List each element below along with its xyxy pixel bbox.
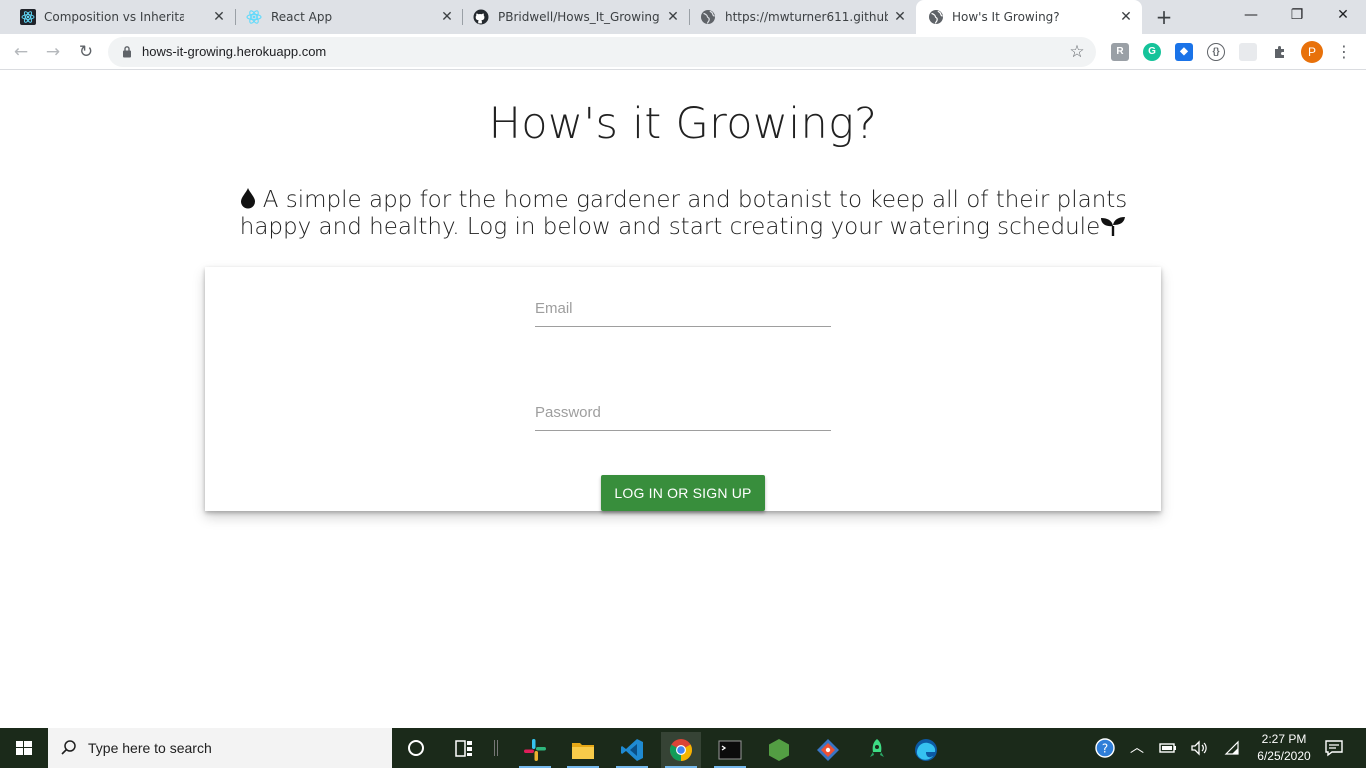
tab-react-app[interactable]: React App ✕: [236, 0, 463, 34]
shield-extension-icon[interactable]: ◆: [1175, 43, 1193, 61]
seedling-icon: [1101, 217, 1126, 236]
rocket-app-taskbar-icon[interactable]: [857, 732, 897, 768]
reload-icon[interactable]: ↻: [74, 40, 98, 64]
nodejs-taskbar-icon[interactable]: [759, 732, 799, 768]
battery-icon[interactable]: [1158, 740, 1178, 756]
extension-blank-icon[interactable]: [1239, 43, 1257, 61]
slack-taskbar-icon[interactable]: [515, 732, 555, 768]
react-icon: [246, 10, 262, 24]
tab-title: React App: [271, 10, 333, 24]
bookmark-star-icon[interactable]: ☆: [1066, 41, 1088, 63]
show-hidden-icons-chevron-icon[interactable]: ︿: [1128, 728, 1146, 768]
notifications-icon[interactable]: [1324, 739, 1344, 757]
login-card: LOG IN OR SIGN UP: [205, 267, 1161, 511]
tab-composition[interactable]: Composition vs Inheritance – R ✕: [0, 0, 236, 34]
edge-taskbar-icon[interactable]: [906, 732, 946, 768]
slack-icon: [524, 739, 546, 761]
react-icon: [20, 9, 36, 25]
tagline: A simple app for the home gardener and b…: [200, 187, 1166, 241]
gitkraken-taskbar-icon[interactable]: [808, 732, 848, 768]
tab-title: PBridwell/Hows_It_Growing: Th: [498, 10, 660, 24]
forward-arrow-icon[interactable]: →: [41, 40, 65, 64]
wifi-icon[interactable]: [1222, 740, 1242, 756]
chrome-taskbar-icon[interactable]: [661, 732, 701, 768]
grammarly-icon[interactable]: G: [1143, 43, 1161, 61]
back-arrow-icon[interactable]: ←: [9, 40, 33, 64]
new-tab-button[interactable]: +: [1154, 7, 1174, 27]
tab-hows-it-growing[interactable]: How's It Growing? ✕: [916, 0, 1142, 34]
address-bar[interactable]: hows-it-growing.herokuapp.com ☆: [108, 37, 1096, 67]
windows-start-icon[interactable]: [0, 728, 48, 768]
vscode-taskbar-icon[interactable]: [612, 732, 652, 768]
task-view-icon[interactable]: [444, 732, 484, 768]
url-text[interactable]: hows-it-growing.herokuapp.com: [142, 44, 326, 59]
rocket-icon: [870, 739, 884, 757]
vscode-icon: [621, 739, 643, 761]
password-field-wrapper: [535, 391, 831, 431]
profile-avatar[interactable]: P: [1301, 41, 1323, 63]
globe-icon: [701, 10, 715, 24]
folder-icon: [572, 743, 594, 759]
login-signup-button[interactable]: LOG IN OR SIGN UP: [601, 475, 765, 511]
taskbar-search[interactable]: Type here to search: [48, 728, 392, 768]
volume-icon[interactable]: [1190, 740, 1210, 756]
nodejs-icon: [769, 739, 789, 761]
water-drop-icon: [240, 188, 255, 209]
email-field-wrapper: [535, 287, 831, 327]
terminal-icon: [718, 740, 742, 760]
tab-close-icon[interactable]: ✕: [664, 8, 682, 26]
extension-code-icon[interactable]: {}: [1207, 43, 1225, 61]
search-icon: [61, 740, 76, 755]
clock-date: 6/25/2020: [1257, 749, 1311, 763]
tab-close-icon[interactable]: ✕: [891, 8, 909, 26]
tab-title: How's It Growing?: [952, 10, 1060, 24]
page-content: How's it Growing? A simple app for the h…: [0, 71, 1366, 728]
taskbar-search-placeholder: Type here to search: [88, 740, 212, 756]
minimize-button[interactable]: —: [1228, 0, 1274, 30]
taskbar-divider: [494, 740, 498, 756]
globe-icon: [929, 10, 943, 24]
page-title: How's it Growing?: [488, 99, 878, 149]
cortana-icon[interactable]: [396, 732, 436, 768]
tagline-text: A simple app for the home gardener and b…: [239, 187, 1128, 240]
tab-close-icon[interactable]: ✕: [210, 8, 228, 26]
extension-r-icon[interactable]: R: [1111, 43, 1129, 61]
tab-github[interactable]: PBridwell/Hows_It_Growing: Th ✕: [463, 0, 690, 34]
file-explorer-taskbar-icon[interactable]: [563, 732, 603, 768]
tab-strip: Composition vs Inheritance – R ✕ React A…: [0, 0, 1366, 34]
edge-icon: [915, 739, 937, 761]
windows-taskbar: Type here to search ? ︿ 2:27 PM 6/25/202…: [0, 728, 1366, 768]
help-icon[interactable]: ?: [1094, 737, 1118, 759]
tab-github-io[interactable]: https://mwturner611.github.io/ ✕: [690, 0, 916, 34]
browser-toolbar: ← → ↻ hows-it-growing.herokuapp.com ☆ R …: [0, 34, 1366, 70]
tab-close-icon[interactable]: ✕: [1117, 8, 1135, 26]
password-field[interactable]: [535, 391, 831, 429]
restore-button[interactable]: ❐: [1274, 0, 1320, 30]
lock-icon[interactable]: [122, 45, 132, 58]
tab-close-icon[interactable]: ✕: [438, 8, 456, 26]
browser-menu-icon[interactable]: ⋮: [1336, 41, 1352, 63]
clock-time: 2:27 PM: [1261, 732, 1307, 746]
git-icon: [817, 739, 839, 761]
svg-text:?: ?: [1102, 742, 1108, 756]
tab-title: https://mwturner611.github.io/: [725, 10, 888, 24]
terminal-taskbar-icon[interactable]: [710, 732, 750, 768]
chrome-icon: [670, 739, 692, 761]
puzzle-extensions-icon[interactable]: [1271, 43, 1289, 61]
tab-title: Composition vs Inheritance – R: [44, 10, 184, 24]
github-icon: [473, 9, 489, 25]
taskbar-clock[interactable]: 2:27 PM 6/25/2020: [1246, 731, 1322, 765]
close-window-button[interactable]: ✕: [1320, 0, 1366, 30]
email-field[interactable]: [535, 287, 831, 325]
